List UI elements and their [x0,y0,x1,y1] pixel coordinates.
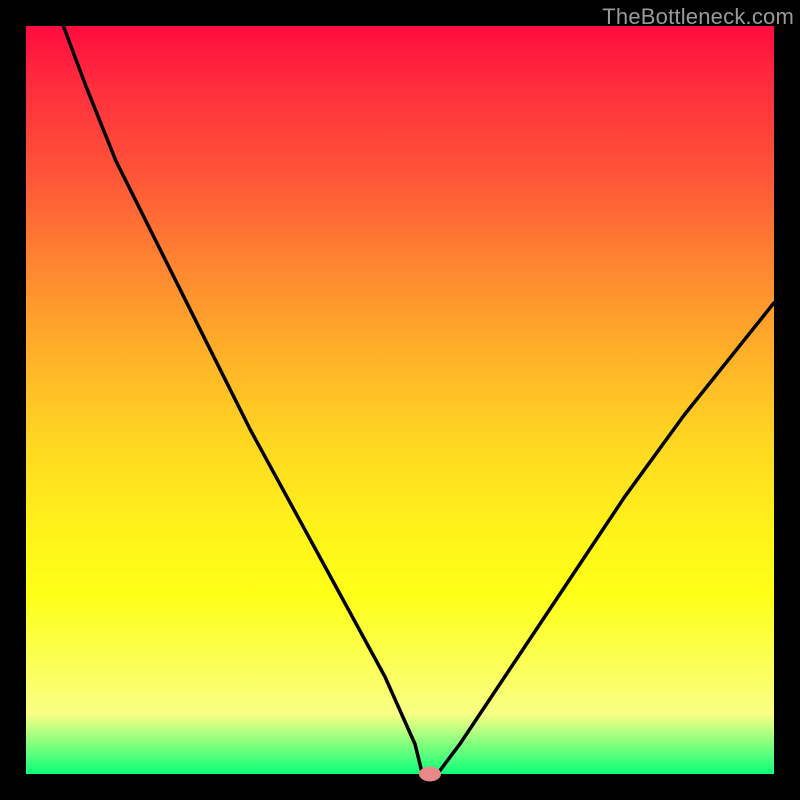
bottleneck-curve [26,26,774,774]
watermark-text: TheBottleneck.com [602,4,794,30]
plot-area [26,26,774,774]
optimal-point-marker [419,767,441,782]
